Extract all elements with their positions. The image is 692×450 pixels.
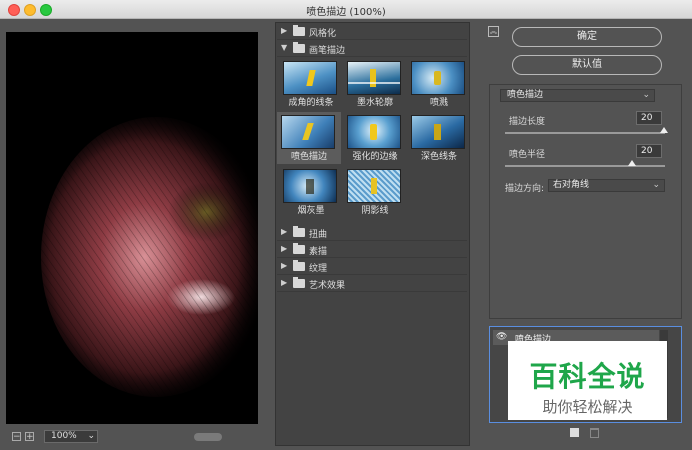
window-title: 喷色描边 (100%) [306,7,386,18]
stroke-direction-label: 描边方向: [505,184,545,194]
filter-thumb-dark-strokes[interactable]: 深色线条 [407,112,471,164]
chevron-down-icon: ⌄ [652,180,660,190]
thumbnail-label: 阴影线 [361,206,389,216]
category-artistic[interactable]: ▶ 艺术效果 [277,276,467,292]
thumbnail-label: 喷溅 [429,98,448,108]
filter-preview[interactable] [6,32,258,424]
filter-thumb-angled-strokes[interactable]: 成角的线条 [279,58,343,110]
preview-image [6,32,258,424]
trash-icon[interactable] [590,428,599,438]
category-texture[interactable]: ▶ 纹理 [277,259,467,275]
filter-thumb-ink-outlines[interactable]: 墨水轮廓 [343,58,407,110]
stroke-direction-value: 右对角线 [553,180,590,190]
zoom-value: 100% [51,431,77,441]
category-distort[interactable]: ▶ 扭曲 [277,225,467,241]
watermark-title: 百科全说 [529,360,646,393]
thumbnail-image [347,61,401,95]
thumbnail-image [283,61,337,95]
title-bar: 喷色描边 (100%) [0,0,692,19]
filter-select-value: 喷色描边 [507,90,544,100]
thumbnail-image [347,115,401,149]
category-brush-strokes[interactable]: ▼ 画笔描边 [277,41,467,57]
collapse-gallery-icon[interactable]: ︽ [488,26,499,37]
filter-select[interactable]: 喷色描边 ⌄ [500,89,655,102]
thumbnail-label: 喷色描边 [290,152,327,162]
category-label: 画笔描边 [309,46,346,56]
filter-thumb-accented-edges[interactable]: 强化的边缘 [343,112,407,164]
filter-thumb-spatter[interactable]: 喷溅 [407,58,471,110]
filter-thumb-sprayed-strokes[interactable]: 喷色描边 [277,112,341,164]
watermark-subtitle: 助你轻松解决 [542,398,633,416]
spray-radius-slider-thumb[interactable] [628,160,636,166]
spray-radius-label: 喷色半径 [509,150,546,160]
category-label: 纹理 [309,264,328,274]
horizontal-scrollbar[interactable] [194,433,222,441]
zoom-in-icon[interactable]: + [25,432,34,442]
thumbnail-image [411,61,465,95]
category-stylize[interactable]: ▶ 风格化 [277,24,467,40]
thumbnail-image [347,169,401,203]
thumbnail-image [411,115,465,149]
category-label: 风格化 [309,29,337,39]
default-button[interactable]: 默认值 [512,55,662,75]
stroke-length-input[interactable]: 20 [636,111,662,125]
stroke-length-slider[interactable] [505,132,665,134]
collapse-arrow-icon: ▼ [281,43,288,52]
chevron-down-icon: ⌄ [642,90,650,100]
category-label: 扭曲 [309,230,328,240]
stroke-direction-select[interactable]: 右对角线 ⌄ [548,179,665,192]
expand-arrow-icon: ▶ [281,261,288,270]
zoom-select[interactable]: 100% ⌄ [44,430,98,443]
filter-gallery: ▶ 风格化 ▼ 画笔描边 成角的线条 墨水轮廓 喷溅 喷色描边 强化的边缘 深色… [275,22,470,446]
ok-button[interactable]: 确定 [512,27,662,47]
stroke-length-label: 描边长度 [509,117,546,127]
folder-icon [293,226,305,237]
expand-arrow-icon: ▶ [281,278,288,287]
folder-icon [293,277,305,288]
zoom-out-icon[interactable]: − [12,432,21,442]
filter-thumb-crosshatch[interactable]: 阴影线 [343,166,407,218]
thumbnail-image [283,169,337,203]
stroke-length-slider-thumb[interactable] [660,127,668,133]
category-label: 艺术效果 [309,281,346,291]
folder-icon [293,25,305,36]
expand-arrow-icon: ▶ [281,26,288,35]
folder-icon [293,243,305,254]
expand-arrow-icon: ▶ [281,227,288,236]
chevron-down-icon: ⌄ [87,431,95,441]
preview-statusbar: − + 100% ⌄ [6,429,260,445]
folder-icon [293,260,305,271]
eye-icon[interactable]: 👁 [496,332,507,342]
spray-radius-slider[interactable] [505,165,665,167]
spray-radius-input[interactable]: 20 [636,144,662,158]
watermark-logo: 百科全说 助你轻松解决 [508,341,667,420]
new-effect-layer-icon[interactable] [570,428,579,437]
expand-arrow-icon: ▶ [281,244,288,253]
category-sketch[interactable]: ▶ 素描 [277,242,467,258]
filter-thumb-sumi-e[interactable]: 烟灰墨 [279,166,343,218]
folder-icon [293,42,305,53]
category-label: 素描 [309,247,328,257]
thumbnail-label: 深色线条 [420,152,457,162]
thumbnail-image [281,115,335,149]
